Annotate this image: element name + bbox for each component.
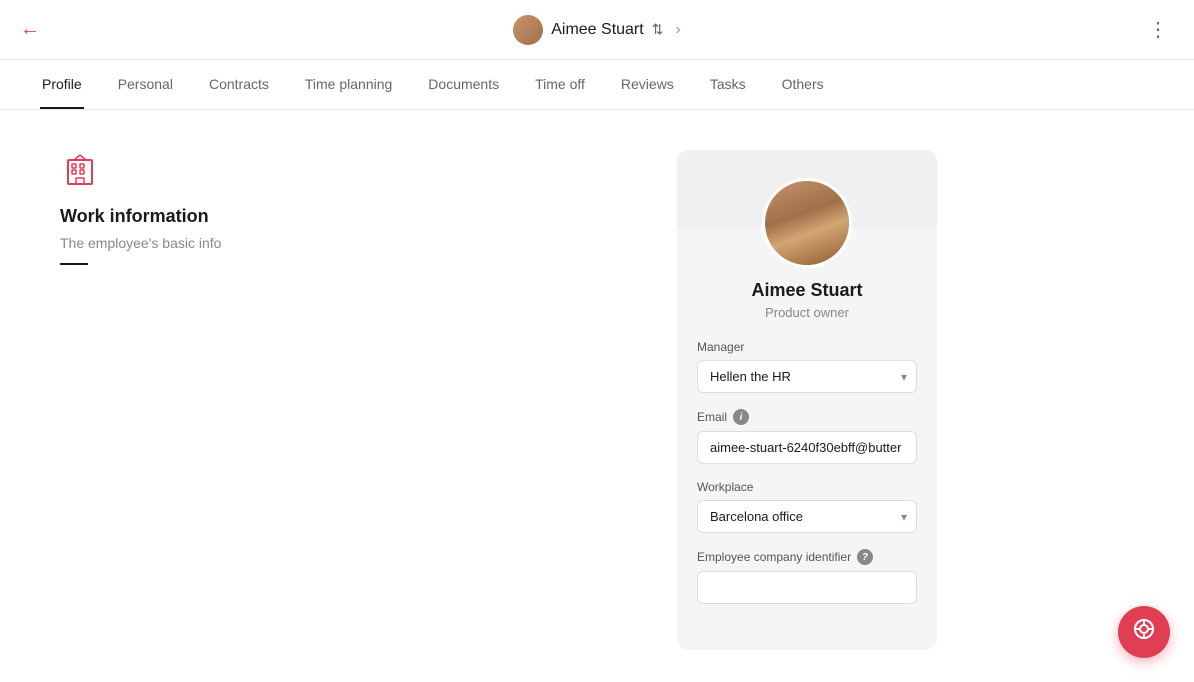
manager-group: Manager Hellen the HR — [697, 340, 917, 393]
email-info-icon[interactable]: i — [733, 409, 749, 425]
company-id-group: Employee company identifier ? — [697, 549, 917, 604]
company-id-info-icon[interactable]: ? — [857, 549, 873, 565]
email-label: Email i — [697, 409, 917, 425]
tab-others[interactable]: Others — [780, 60, 826, 109]
company-id-label: Employee company identifier ? — [697, 549, 917, 565]
avatar-image — [765, 181, 849, 265]
profile-name: Aimee Stuart — [751, 280, 862, 301]
manager-select[interactable]: Hellen the HR — [697, 360, 917, 393]
tab-tasks[interactable]: Tasks — [708, 60, 748, 109]
chat-fab[interactable] — [1118, 606, 1170, 658]
company-id-input[interactable] — [697, 571, 917, 604]
tab-time-planning[interactable]: Time planning — [303, 60, 394, 109]
workplace-select-wrapper: Barcelona office — [697, 500, 917, 533]
tab-time-off[interactable]: Time off — [533, 60, 587, 109]
workplace-select[interactable]: Barcelona office — [697, 500, 917, 533]
left-section: Work information The employee's basic in… — [0, 110, 420, 682]
building-icon — [60, 150, 100, 190]
tab-profile[interactable]: Profile — [40, 60, 84, 109]
email-input[interactable] — [697, 431, 917, 464]
back-button[interactable]: ← — [20, 18, 40, 41]
nav-next-icon[interactable]: › — [675, 21, 680, 39]
profile-card: Aimee Stuart Product owner Manager Helle… — [677, 150, 937, 650]
manager-label: Manager — [697, 340, 917, 354]
header-employee-name: Aimee Stuart — [551, 21, 643, 39]
more-icon: ⋮ — [1148, 17, 1168, 42]
manager-select-wrapper: Hellen the HR — [697, 360, 917, 393]
right-section: Aimee Stuart Product owner Manager Helle… — [420, 110, 1194, 682]
tab-documents[interactable]: Documents — [426, 60, 501, 109]
sort-icon[interactable]: ⇅ — [652, 21, 664, 38]
header-avatar — [513, 15, 543, 45]
main-content: Work information The employee's basic in… — [0, 110, 1194, 682]
profile-avatar — [762, 178, 852, 268]
email-group: Email i — [697, 409, 917, 464]
tab-personal[interactable]: Personal — [116, 60, 175, 109]
chat-icon — [1131, 616, 1157, 648]
tab-contracts[interactable]: Contracts — [207, 60, 271, 109]
tab-reviews[interactable]: Reviews — [619, 60, 676, 109]
workplace-label: Workplace — [697, 480, 917, 494]
more-button[interactable]: ⋮ — [1142, 14, 1174, 46]
profile-card-header — [677, 150, 937, 228]
profile-role: Product owner — [765, 305, 849, 320]
section-divider — [60, 263, 88, 265]
tab-navigation: Profile Personal Contracts Time planning… — [0, 60, 1194, 110]
section-title: Work information — [60, 206, 360, 227]
profile-form: Manager Hellen the HR Email i — [677, 340, 937, 620]
workplace-group: Workplace Barcelona office — [697, 480, 917, 533]
employee-nav: Aimee Stuart ⇅ › — [513, 15, 681, 45]
top-bar: ← Aimee Stuart ⇅ › ⋮ — [0, 0, 1194, 60]
back-icon: ← — [20, 18, 40, 41]
section-subtitle: The employee's basic info — [60, 235, 360, 251]
